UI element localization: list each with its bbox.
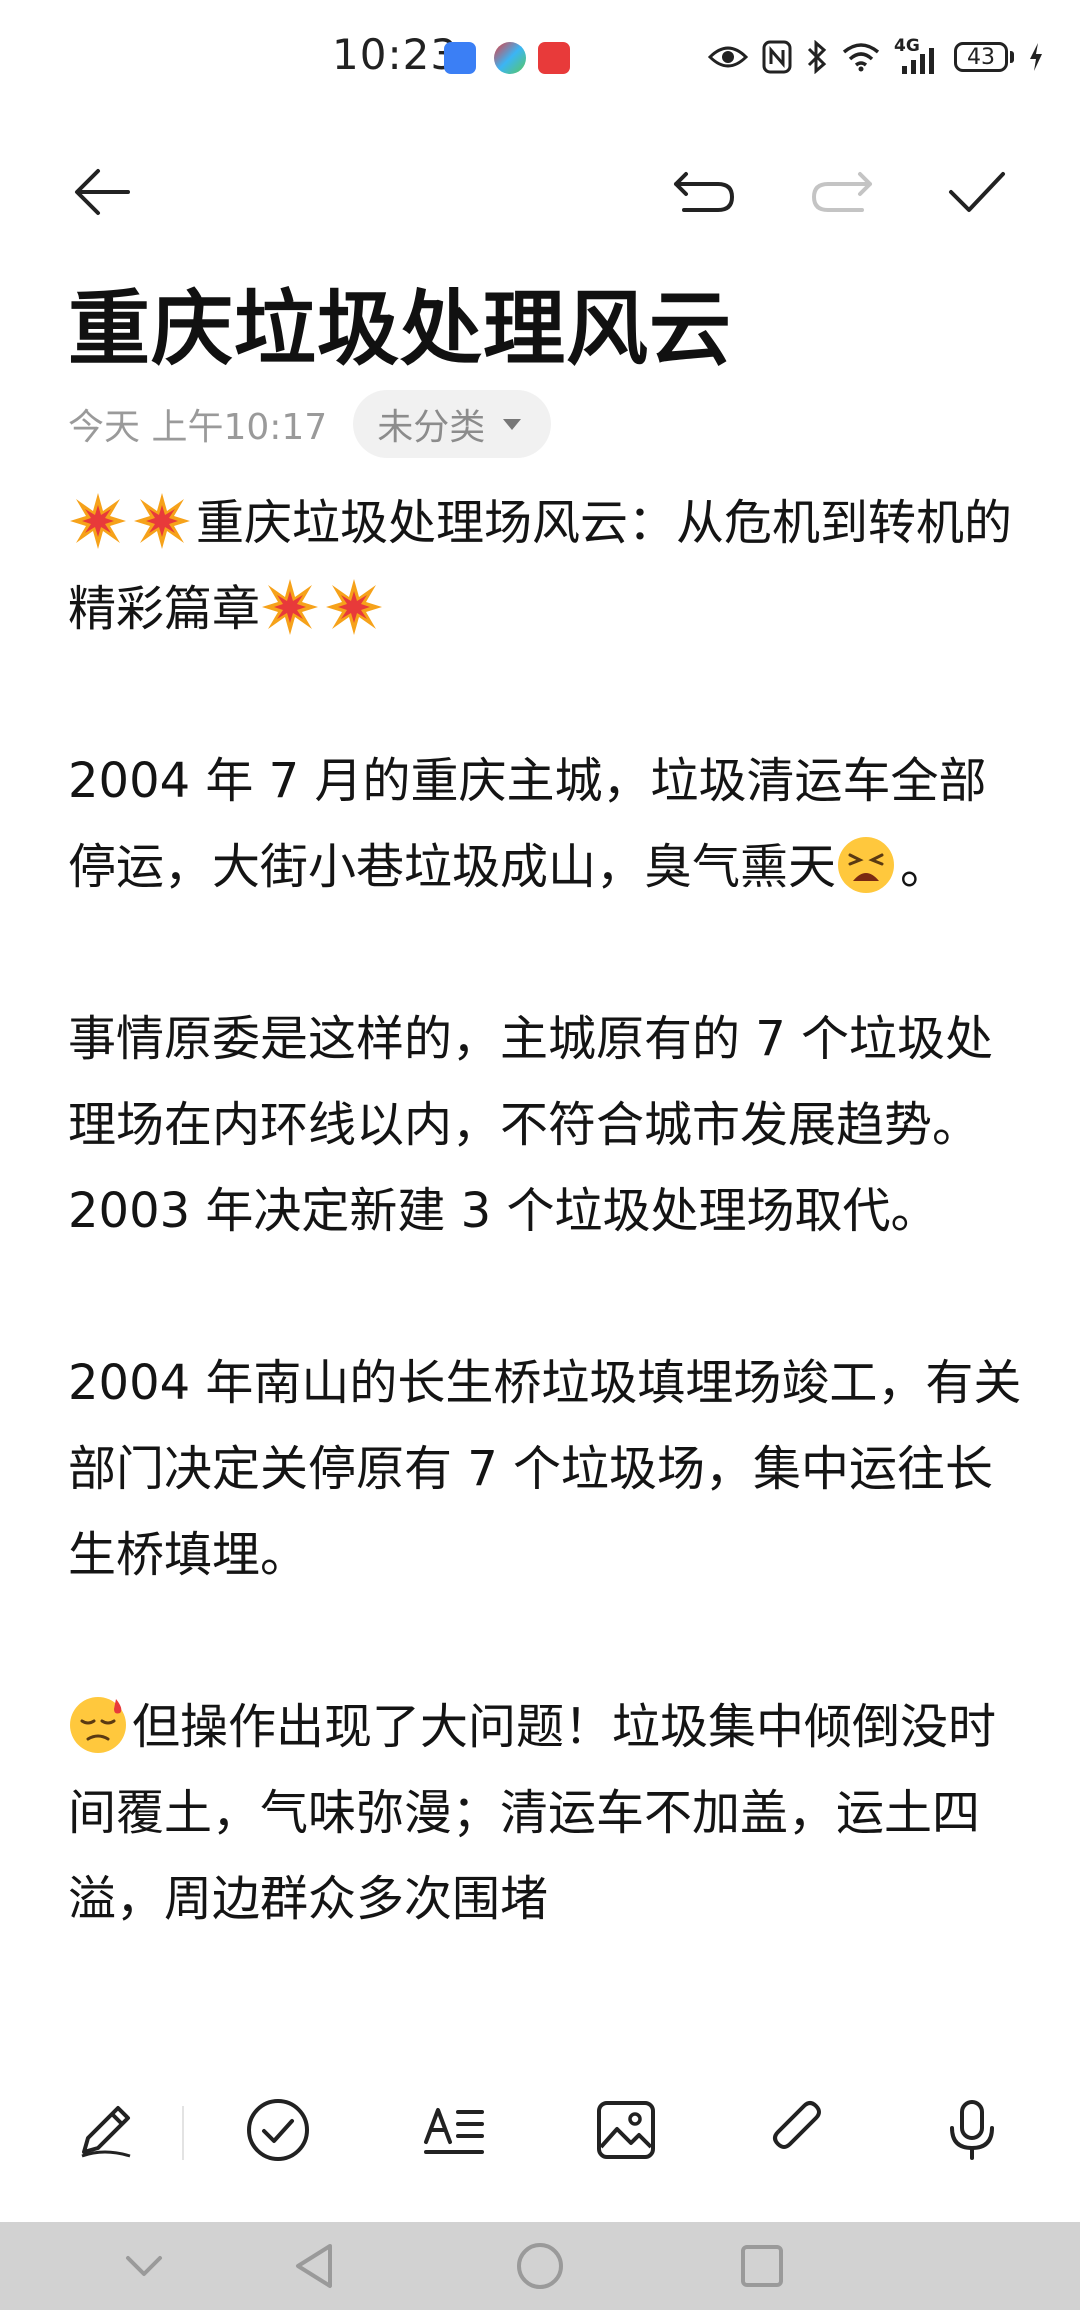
caret-down-icon — [503, 418, 522, 430]
recents-square-icon — [741, 2245, 783, 2287]
checkmark-icon — [949, 172, 1005, 212]
voice-input-button[interactable] — [932, 2090, 1012, 2170]
handwriting-button[interactable] — [66, 2090, 146, 2170]
nfc-icon — [762, 40, 792, 74]
image-icon — [597, 2101, 655, 2159]
tired-face-emoji-icon — [838, 837, 895, 893]
checklist-icon — [247, 2099, 309, 2161]
system-navigation-bar — [0, 2222, 1080, 2310]
undo-icon — [674, 172, 734, 212]
app-notification-icon-blue — [444, 42, 476, 74]
attachment-icon — [773, 2101, 821, 2149]
paragraph-3-text: 事情原委是这样的，主城原有的 7 个垃圾处理场在内环线以内，不符合城市发展趋势。… — [68, 1011, 994, 1239]
home-circle-icon — [517, 2243, 563, 2289]
collision-emoji-icon — [134, 493, 190, 549]
note-title[interactable]: 重庆垃圾处理风云 — [68, 262, 732, 381]
paragraph-2: 2004 年 7 月的重庆主城，垃圾清运车全部停运，大街小巷垃圾成山，臭气熏天 … — [68, 738, 1028, 910]
paragraph-3: 事情原委是这样的，主城原有的 7 个垃圾处理场在内环线以内，不符合城市发展趋势。… — [68, 996, 1028, 1254]
note-date: 今天 上午10:17 — [68, 407, 328, 448]
nav-recents-button[interactable] — [732, 2238, 792, 2294]
microphone-icon — [950, 2100, 994, 2160]
status-bar: 10:23 4G 43 — [0, 0, 1080, 120]
status-time: 10:23 — [332, 30, 459, 79]
charging-bolt-icon — [1030, 43, 1042, 71]
attachment-button[interactable] — [758, 2090, 838, 2170]
paragraph-4-text: 2004 年南山的长生桥垃圾填埋场竣工，有关部门决定关停原有 7 个垃圾场，集中… — [68, 1355, 1022, 1583]
paragraph-4: 2004 年南山的长生桥垃圾填埋场竣工，有关部门决定关停原有 7 个垃圾场，集中… — [68, 1340, 1028, 1598]
paragraph-2-tail: 。 — [900, 839, 949, 895]
note-body[interactable]: 重庆垃圾处理场风云：从危机到转机的精彩篇章 2004 年 7 月的重庆主城，垃圾… — [68, 480, 1028, 2035]
app-notification-icon-multicolor — [494, 42, 526, 74]
pen-icon — [81, 2106, 131, 2158]
collision-emoji-icon — [262, 579, 319, 635]
text-format-button[interactable] — [414, 2090, 494, 2170]
app-notification-icon-red — [538, 42, 570, 74]
back-triangle-icon — [296, 2244, 332, 2288]
status-icons: 4G 43 — [708, 36, 1044, 78]
checklist-button[interactable] — [238, 2090, 318, 2170]
collision-emoji-icon — [70, 493, 126, 549]
paragraph-1-text: 重庆垃圾处理场风云：从危机到转机的精彩篇章 — [68, 495, 1013, 637]
paragraph-5-text: 但操作出现了大问题！垃圾集中倾倒没时间覆土，气味弥漫；清运车不加盖，运土四溢，周… — [68, 1699, 997, 1927]
nav-back-button[interactable] — [284, 2238, 344, 2294]
battery-level: 43 — [954, 42, 1008, 72]
toolbar-divider — [182, 2106, 184, 2160]
text-format-icon — [424, 2108, 484, 2154]
back-button[interactable] — [70, 160, 134, 224]
category-selector[interactable]: 未分类 — [353, 390, 552, 458]
bottom-toolbar — [0, 2060, 1080, 2200]
editor-toolbar — [0, 140, 1080, 240]
bluetooth-icon — [807, 40, 827, 74]
collision-emoji-icon — [326, 579, 383, 635]
paragraph-1: 重庆垃圾处理场风云：从危机到转机的精彩篇章 — [68, 480, 1028, 652]
redo-icon — [812, 172, 872, 212]
battery-icon: 43 — [954, 40, 1014, 74]
hide-keyboard-button[interactable] — [114, 2238, 174, 2294]
cellular-signal-icon: 4G — [894, 36, 940, 74]
redo-button[interactable] — [810, 160, 874, 224]
insert-image-button[interactable] — [586, 2090, 666, 2170]
paragraph-5: 但操作出现了大问题！垃圾集中倾倒没时间覆土，气味弥漫；清运车不加盖，运土四溢，周… — [68, 1684, 1028, 1942]
back-arrow-icon — [75, 169, 130, 215]
downcast-sweat-emoji-icon — [70, 1697, 126, 1753]
eye-icon — [708, 46, 748, 68]
nav-home-button[interactable] — [510, 2238, 570, 2294]
note-meta: 今天 上午10:17 未分类 — [68, 390, 552, 458]
category-label: 未分类 — [377, 407, 486, 448]
wifi-icon — [842, 43, 880, 72]
chevron-down-icon — [126, 2256, 162, 2276]
undo-button[interactable] — [672, 160, 736, 224]
save-confirm-button[interactable] — [945, 160, 1009, 224]
